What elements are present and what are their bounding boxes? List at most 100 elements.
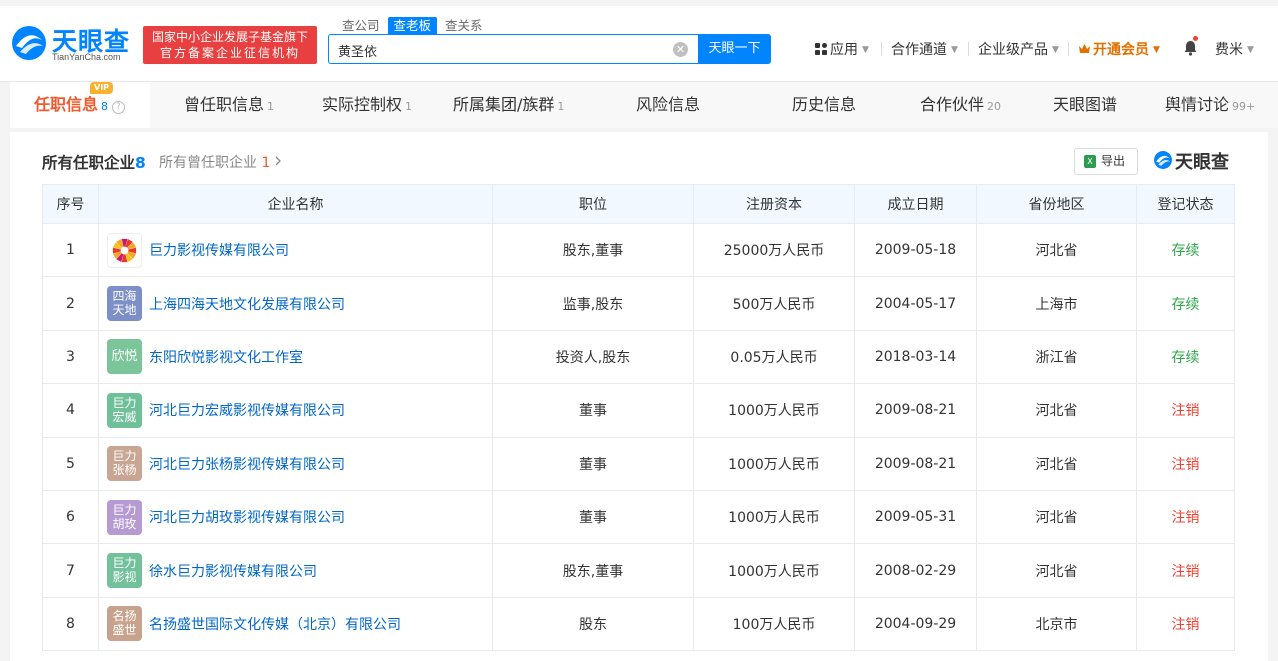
help-icon[interactable]: ? xyxy=(112,101,126,114)
company-name-link[interactable]: 徐水巨力影视传媒有限公司 xyxy=(149,561,317,581)
table-row[interactable]: 4 巨力宏威 河北巨力宏威影视传媒有限公司 董事 1000万人民币 2009-08-21 河… xyxy=(42,383,1235,438)
notification-dot xyxy=(1193,36,1198,41)
cell-region: 河北省 xyxy=(976,222,1137,278)
nav-apps-label: 应用 xyxy=(830,42,858,58)
search-button[interactable]: 天眼一下 xyxy=(698,34,771,64)
chevron-down-icon: ▼ xyxy=(1247,45,1254,55)
top-strip xyxy=(0,0,1278,6)
nav-partner[interactable]: 合作通道 ▼ xyxy=(891,39,958,59)
nav-user[interactable]: 费米 ▼ xyxy=(1215,39,1254,59)
past-positions-link[interactable]: 所有曾任职企业 1 xyxy=(159,152,282,172)
tab-label: 舆情讨论 xyxy=(1165,95,1230,114)
cell-position: 股东 xyxy=(492,596,694,652)
cell-region: 北京市 xyxy=(976,596,1137,652)
nav-apps[interactable]: 应用 ▼ xyxy=(815,39,869,59)
table-row[interactable]: 3 欣悦 东阳欣悦影视文化工作室 投资人,股东 0.05万人民币 2018-03-14 浙江… xyxy=(42,329,1235,385)
cell-index: 5 xyxy=(42,436,99,491)
tab-group[interactable]: 所属集团/族群 1 xyxy=(453,82,564,128)
section-title: 所有任职企业8 xyxy=(42,151,146,173)
company-name-link[interactable]: 名扬盛世国际文化传媒（北京）有限公司 xyxy=(149,614,401,634)
cell-index: 6 xyxy=(42,489,99,545)
cell-date: 2008-02-29 xyxy=(854,543,977,598)
nav-enterprise-label: 企业级产品 xyxy=(978,42,1048,58)
tab-count: 20 xyxy=(987,100,1002,113)
tab-graph[interactable]: 天眼图谱 xyxy=(1053,82,1117,128)
tab-count: 8 xyxy=(101,100,109,113)
tab-partners[interactable]: 合作伙伴 20 xyxy=(920,82,1001,128)
logo-domain: TianYanCha.com xyxy=(52,52,121,62)
section-count: 8 xyxy=(135,154,146,172)
cell-status: 注销 xyxy=(1136,596,1235,652)
clear-icon[interactable]: ✕ xyxy=(673,42,688,57)
cell-company: 巨力张杨 河北巨力张杨影视传媒有限公司 xyxy=(98,436,493,491)
company-logo: 巨力宏威 xyxy=(107,392,142,428)
cell-index: 8 xyxy=(42,596,99,652)
tab-risk[interactable]: 风险信息 xyxy=(636,82,700,128)
notification-bell[interactable] xyxy=(1183,36,1198,60)
bell-icon xyxy=(1183,36,1198,60)
cell-region: 上海市 xyxy=(976,276,1137,331)
table-header-row: 序号 企业名称 职位 注册资本 成立日期 省份地区 登记状态 xyxy=(42,184,1235,224)
company-logo: 四海天地 xyxy=(107,286,142,322)
cell-company: 巨力影视传媒有限公司 xyxy=(98,222,493,278)
tab-public-opinion[interactable]: 舆情讨论 99+ xyxy=(1165,82,1255,128)
tab-count: 99+ xyxy=(1232,100,1256,113)
export-button[interactable]: X 导出 xyxy=(1074,148,1138,175)
nav-vip[interactable]: 开通会员 ▼ xyxy=(1078,39,1160,59)
crown-icon xyxy=(1078,43,1091,59)
tab-past-positions[interactable]: 曾任职信息 1 xyxy=(184,82,274,128)
company-name-link[interactable]: 河北巨力张杨影视传媒有限公司 xyxy=(149,454,345,474)
site-logo[interactable]: 天眼查 TianYanCha.com xyxy=(10,24,138,68)
cell-status: 存续 xyxy=(1136,276,1235,331)
nav-enterprise[interactable]: 企业级产品 ▼ xyxy=(978,39,1059,59)
apps-grid-icon xyxy=(815,43,827,55)
search-tab-relation[interactable]: 查关系 xyxy=(439,17,489,35)
cell-company: 巨力胡玫 河北巨力胡玫影视传媒有限公司 xyxy=(98,489,493,545)
chevron-right-icon xyxy=(275,154,282,170)
company-name-link[interactable]: 上海四海天地文化发展有限公司 xyxy=(149,294,345,314)
nav-divider xyxy=(1068,42,1069,56)
search-tab-company[interactable]: 查公司 xyxy=(336,17,386,35)
cell-capital: 100万人民币 xyxy=(693,596,855,652)
cell-date: 2004-05-17 xyxy=(854,276,977,331)
col-header-date: 成立日期 xyxy=(854,184,977,224)
cell-position: 监事,股东 xyxy=(492,276,694,331)
tab-positions[interactable]: 任职信息 8? VIP xyxy=(10,82,150,128)
cell-company: 欣悦 东阳欣悦影视文化工作室 xyxy=(98,329,493,385)
cell-region: 河北省 xyxy=(976,489,1137,545)
company-logo: 巨力张杨 xyxy=(107,446,142,482)
table-row[interactable]: 1 巨力影视传媒有限公司 股东,董事 25000万人民币 2009-05-18 河北省 存续 xyxy=(42,222,1235,278)
company-name-link[interactable]: 河北巨力胡玫影视传媒有限公司 xyxy=(149,507,345,527)
cell-position: 股东,董事 xyxy=(492,222,694,278)
cell-date: 2009-05-18 xyxy=(854,222,977,278)
company-name-link[interactable]: 东阳欣悦影视文化工作室 xyxy=(149,347,303,367)
tab-count: 1 xyxy=(557,100,565,113)
table-row[interactable]: 7 巨力影视 徐水巨力影视传媒有限公司 股东,董事 1000万人民币 2008-02-29… xyxy=(42,543,1235,598)
cell-position: 董事 xyxy=(492,383,694,438)
table-row[interactable]: 6 巨力胡玫 河北巨力胡玫影视传媒有限公司 董事 1000万人民币 2009-05-31 河… xyxy=(42,489,1235,545)
company-name-link[interactable]: 河北巨力宏威影视传媒有限公司 xyxy=(149,400,345,420)
past-link-label: 所有曾任职企业 xyxy=(159,155,257,171)
table-row[interactable]: 5 巨力张杨 河北巨力张杨影视传媒有限公司 董事 1000万人民币 2009-08-21 河… xyxy=(42,436,1235,491)
tab-label: 历史信息 xyxy=(792,95,857,114)
search-tab-boss[interactable]: 查老板 xyxy=(387,17,438,35)
table-row[interactable]: 8 名扬盛世 名扬盛世国际文化传媒（北京）有限公司 股东 100万人民币 2004-09-… xyxy=(42,596,1235,652)
cell-capital: 25000万人民币 xyxy=(693,222,855,278)
export-label: 导出 xyxy=(1101,154,1126,168)
gov-certification-badge: 国家中小企业发展子基金旗下 官方备案企业征信机构 xyxy=(143,26,317,64)
chevron-down-icon: ▼ xyxy=(1153,45,1160,55)
search-input-value: 黄圣依 xyxy=(338,45,378,60)
search-mode-tabs: 查公司 查老板 查关系 xyxy=(336,15,491,35)
search-input[interactable]: 黄圣依 ✕ xyxy=(328,34,698,64)
cell-company: 四海天地 上海四海天地文化发展有限公司 xyxy=(98,276,493,331)
tab-history[interactable]: 历史信息 xyxy=(792,82,856,128)
table-row[interactable]: 2 四海天地 上海四海天地文化发展有限公司 监事,股东 500万人民币 2004-05-1… xyxy=(42,276,1235,331)
cell-date: 2009-08-21 xyxy=(854,383,977,438)
company-name-link[interactable]: 巨力影视传媒有限公司 xyxy=(149,240,289,260)
cell-position: 投资人,股东 xyxy=(492,329,694,385)
nav-vip-label: 开通会员 xyxy=(1093,42,1149,58)
tab-label: 天眼图谱 xyxy=(1053,95,1118,114)
tab-actual-control[interactable]: 实际控制权 1 xyxy=(322,82,412,128)
top-header: 天眼查 TianYanCha.com 国家中小企业发展子基金旗下 官方备案企业征… xyxy=(0,0,1278,82)
cell-position: 董事 xyxy=(492,436,694,491)
